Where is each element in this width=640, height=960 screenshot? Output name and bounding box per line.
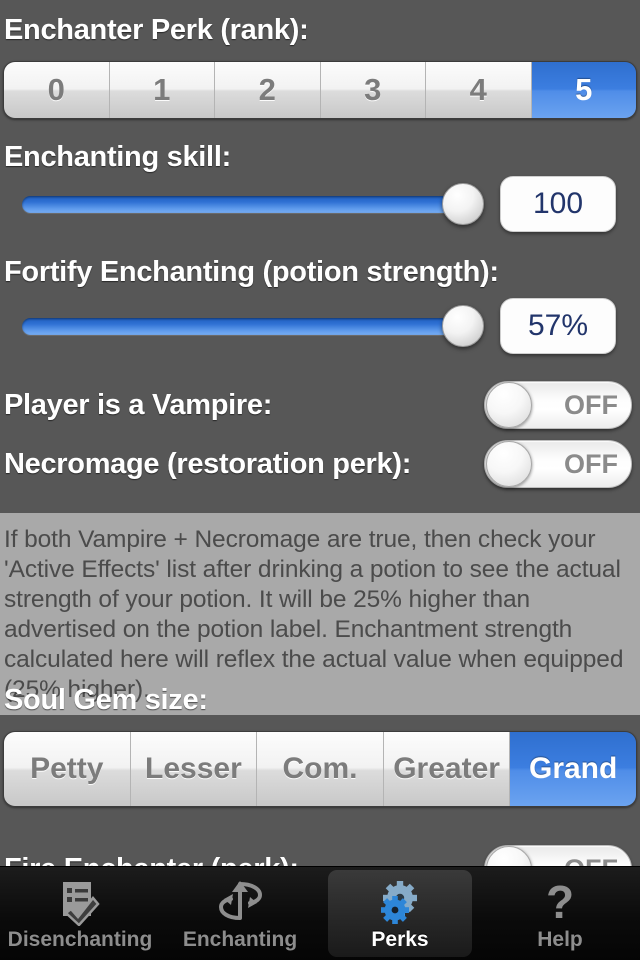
- enchanter-perk-segmented-control[interactable]: 0 1 2 3 4 5: [3, 61, 637, 119]
- enchanting-skill-row: 100: [0, 176, 616, 232]
- slider-track: [22, 195, 466, 213]
- tab-label-help: Help: [537, 928, 583, 951]
- segment-enchanter-perk-0[interactable]: 0: [4, 62, 110, 118]
- segment-soul-gem-grand[interactable]: Grand: [510, 732, 636, 806]
- toggle-knob[interactable]: [486, 382, 532, 428]
- segment-soul-gem-petty[interactable]: Petty: [4, 732, 131, 806]
- tab-help[interactable]: ? Help: [480, 867, 640, 960]
- segment-soul-gem-common[interactable]: Com.: [257, 732, 384, 806]
- necromage-row: Necromage (restoration perk): OFF: [4, 440, 636, 488]
- segment-enchanter-perk-4[interactable]: 4: [426, 62, 532, 118]
- segment-enchanter-perk-5[interactable]: 5: [531, 62, 636, 118]
- tab-bar: Disenchanting Enchanting Perks ? Help: [0, 866, 640, 960]
- vampire-row: Player is a Vampire: OFF: [4, 381, 636, 429]
- fortify-enchanting-row: 57%: [0, 298, 616, 354]
- tab-label-disenchanting: Disenchanting: [7, 928, 153, 951]
- segment-soul-gem-greater[interactable]: Greater: [383, 732, 511, 806]
- checklist-check-icon: [57, 876, 103, 926]
- info-note-text: If both Vampire + Necromage are true, th…: [4, 526, 624, 703]
- enchanter-perk-label: Enchanter Perk (rank):: [4, 14, 309, 46]
- enchanting-skill-value[interactable]: 100: [500, 176, 616, 232]
- vampire-toggle-state: OFF: [564, 389, 618, 420]
- soul-gem-segmented-control[interactable]: Petty Lesser Com. Greater Grand: [3, 731, 637, 807]
- slider-knob[interactable]: [442, 183, 484, 225]
- segment-enchanter-perk-1[interactable]: 1: [109, 62, 215, 118]
- tab-enchanting[interactable]: Enchanting: [160, 867, 320, 960]
- slider-knob[interactable]: [442, 305, 484, 347]
- enchant-arrow-icon: [217, 876, 263, 926]
- vampire-toggle[interactable]: OFF: [484, 381, 632, 429]
- tab-perks[interactable]: Perks: [320, 867, 480, 960]
- segment-enchanter-perk-2[interactable]: 2: [215, 62, 321, 118]
- slider-track: [22, 317, 466, 335]
- necromage-toggle[interactable]: OFF: [484, 440, 632, 488]
- necromage-toggle-state: OFF: [564, 448, 618, 479]
- segment-soul-gem-lesser[interactable]: Lesser: [130, 732, 258, 806]
- vampire-label: Player is a Vampire:: [4, 388, 273, 421]
- fortify-enchanting-value[interactable]: 57%: [500, 298, 616, 354]
- tab-label-enchanting: Enchanting: [182, 928, 298, 951]
- fortify-enchanting-label: Fortify Enchanting (potion strength):: [4, 256, 499, 288]
- question-mark-icon: ?: [540, 876, 580, 926]
- necromage-label: Necromage (restoration perk):: [4, 447, 412, 480]
- tab-disenchanting[interactable]: Disenchanting: [0, 867, 160, 960]
- svg-text:?: ?: [546, 878, 574, 926]
- app-screen: Enchanter Perk (rank): 0 1 2 3 4 5 Encha…: [0, 0, 640, 960]
- gears-icon: [375, 876, 425, 926]
- fortify-enchanting-slider[interactable]: [22, 304, 484, 348]
- enchanting-skill-label: Enchanting skill:: [4, 141, 231, 173]
- toggle-knob[interactable]: [486, 441, 532, 487]
- segment-enchanter-perk-3[interactable]: 3: [320, 62, 426, 118]
- enchanting-skill-slider[interactable]: [22, 182, 484, 226]
- tab-label-perks: Perks: [371, 928, 429, 951]
- soul-gem-size-label: Soul Gem size:: [4, 684, 208, 716]
